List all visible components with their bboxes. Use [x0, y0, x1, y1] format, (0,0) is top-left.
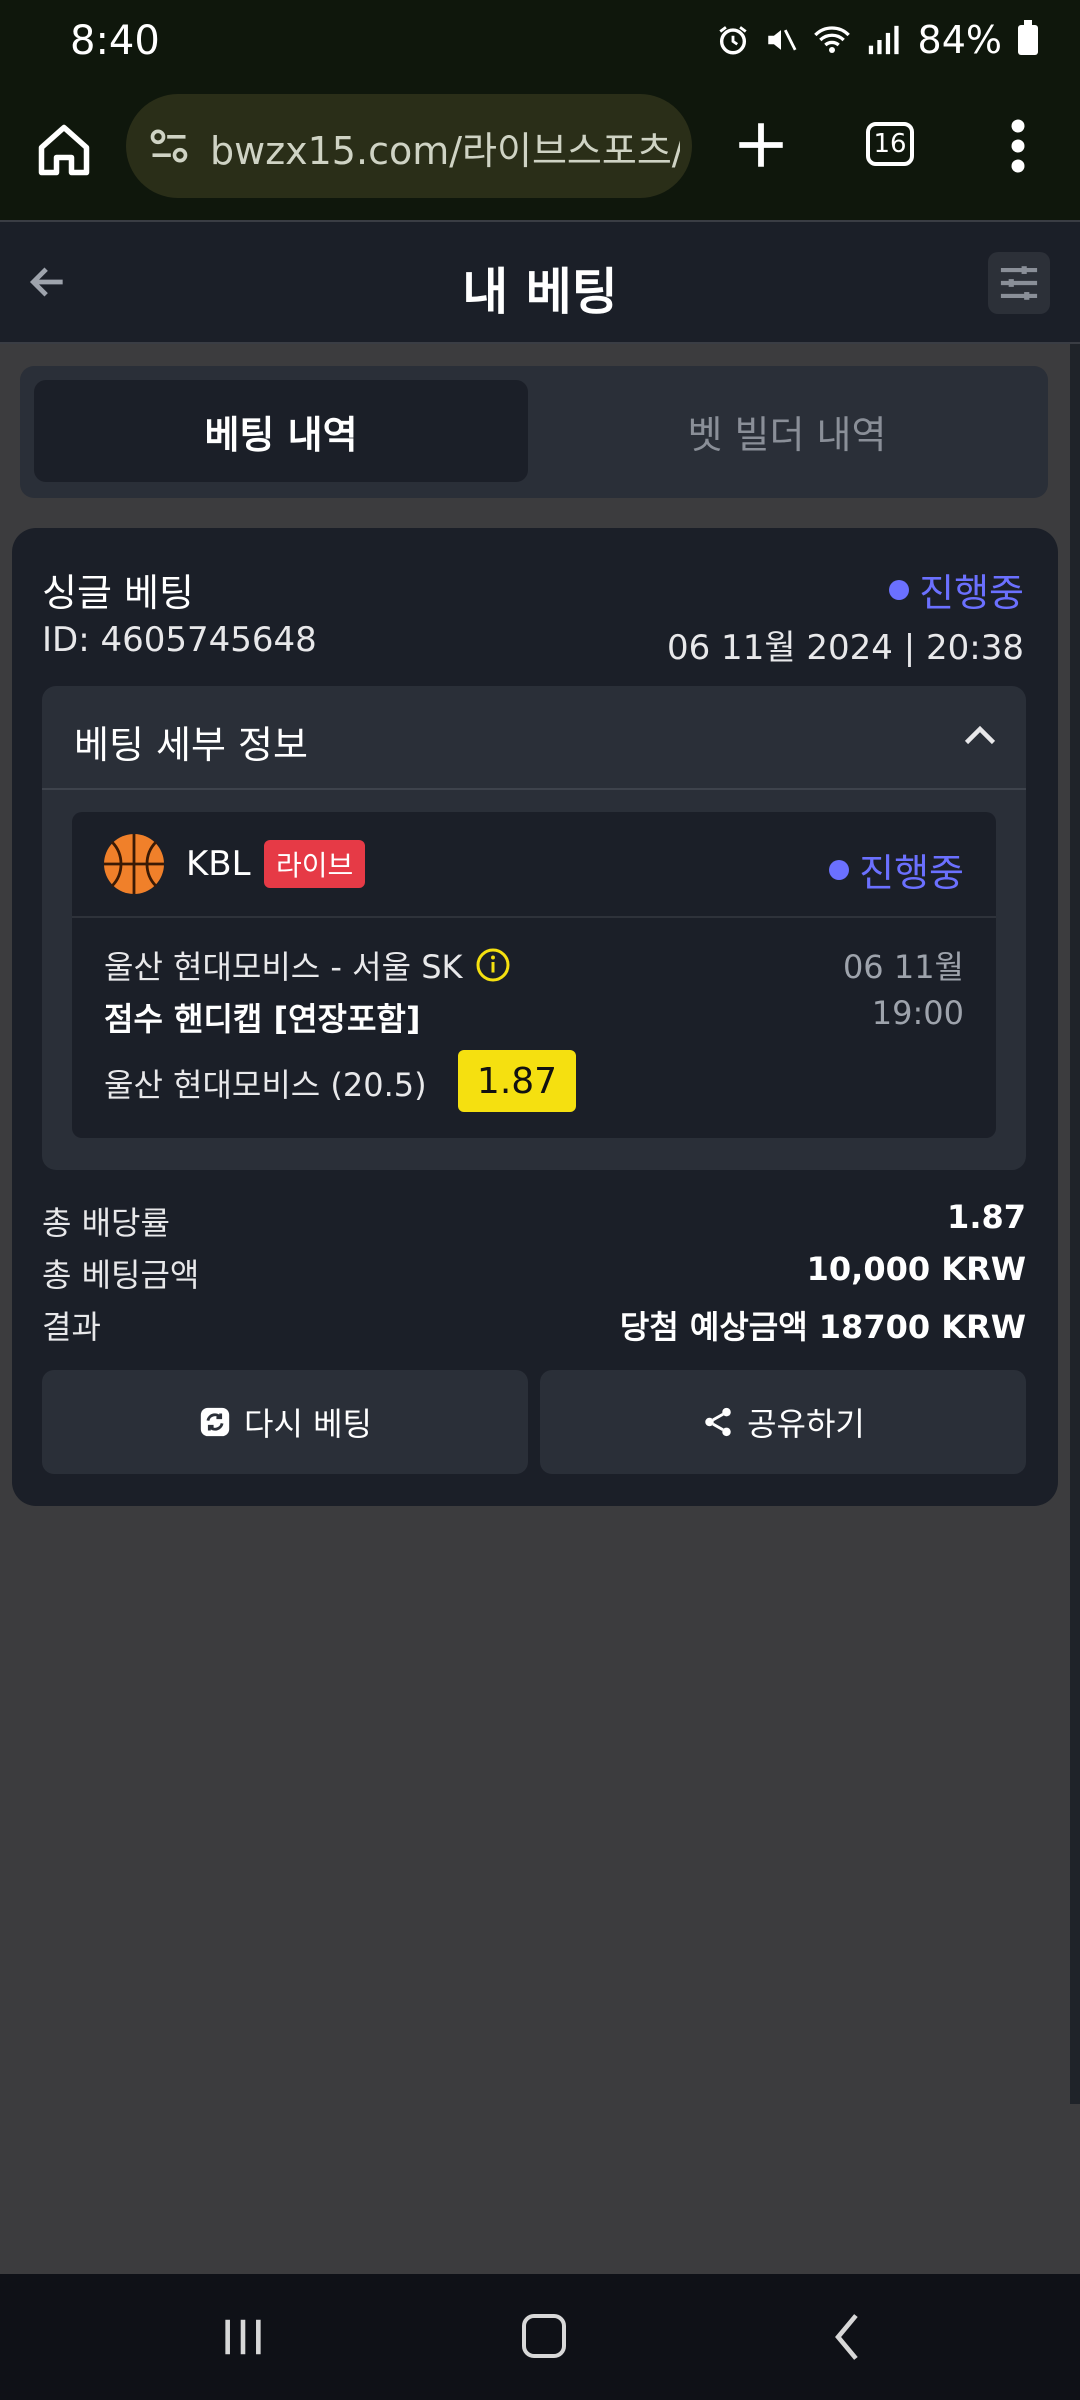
share-icon	[705, 1407, 731, 1437]
recent-apps-icon[interactable]	[220, 2314, 266, 2360]
match-time: 19:00	[871, 994, 964, 1032]
status-time: 8:40	[70, 18, 160, 64]
back-nav-icon[interactable]	[832, 2312, 862, 2362]
event-header: KBL 라이브 진행중	[72, 812, 996, 918]
battery-percent: 84%	[917, 18, 1002, 62]
site-settings-icon[interactable]	[146, 124, 192, 168]
rebet-button[interactable]: 다시 베팅	[42, 1370, 528, 1474]
wifi-icon	[813, 26, 850, 53]
bet-history-tabs: 베팅 내역 벳 빌더 내역	[20, 366, 1048, 498]
scrollbar[interactable]	[1070, 344, 1080, 2104]
battery-icon	[1018, 20, 1038, 55]
status-dot-icon	[889, 579, 910, 600]
home-nav-icon[interactable]	[522, 2314, 566, 2358]
page-title: 내 베팅	[462, 263, 618, 321]
filter-button[interactable]	[988, 252, 1050, 314]
odds-badge: 1.87	[458, 1050, 576, 1112]
total-stake-label: 총 베팅금액	[42, 1256, 200, 1294]
bet-id: ID: 4605745648	[42, 620, 317, 660]
total-odds-label: 총 배당률	[42, 1204, 170, 1242]
total-stake-value: 10,000 KRW	[806, 1250, 1026, 1288]
league-name: KBL	[186, 844, 251, 884]
signal-icon	[868, 25, 899, 55]
info-icon[interactable]	[475, 947, 511, 983]
share-label: 공유하기	[747, 1405, 865, 1443]
bet-status: 진행중	[889, 562, 1024, 617]
match-date: 06 11월	[842, 948, 964, 986]
bet-details-header[interactable]: 베팅 세부 정보	[42, 686, 1026, 790]
url-text[interactable]: bwzx15.com/라이브스포츠/ma	[210, 120, 680, 175]
bet-status-label: 진행중	[919, 571, 1024, 615]
bet-datetime: 06 11월 2024 | 20:38	[666, 628, 1024, 668]
system-nav-bar	[0, 2274, 1080, 2400]
home-icon[interactable]	[34, 120, 94, 180]
more-options-icon[interactable]	[1004, 116, 1032, 176]
status-icons: 84%	[716, 18, 1038, 62]
event-status: 진행중	[829, 842, 964, 897]
bet-type: 싱글 베팅	[42, 571, 194, 615]
basketball-icon	[104, 834, 164, 894]
event-card: KBL 라이브 진행중 울산 현대모비스 - 서울 SK 06 11월 점수 핸…	[72, 812, 996, 1138]
total-odds-value: 1.87	[947, 1198, 1026, 1236]
alarm-icon	[718, 26, 747, 55]
result-value: 당첨 예상금액 18700 KRW	[619, 1308, 1026, 1346]
event-status-label: 진행중	[859, 851, 964, 895]
browser-toolbar: bwzx15.com/라이브스포츠/ma 16	[0, 88, 1080, 220]
address-bar[interactable]: bwzx15.com/라이브스포츠/ma	[126, 94, 692, 198]
market-name: 점수 핸디캡 [연장포함]	[104, 1000, 421, 1038]
status-bar: 8:40 84%	[0, 0, 1080, 88]
rebet-label: 다시 베팅	[244, 1405, 372, 1443]
app-header: 내 베팅	[0, 220, 1080, 344]
match-teams: 울산 현대모비스 - 서울 SK	[104, 948, 463, 986]
bet-card: 싱글 베팅 진행중 ID: 4605745648 06 11월 2024 | 2…	[12, 528, 1058, 1506]
result-label: 결과	[42, 1308, 101, 1346]
selection-name: 울산 현대모비스 (20.5)	[104, 1066, 427, 1104]
mute-icon	[767, 29, 796, 51]
chevron-up-icon[interactable]	[962, 722, 998, 748]
tab-switcher-button[interactable]: 16	[866, 122, 914, 166]
bet-details-title: 베팅 세부 정보	[74, 723, 308, 767]
sliders-icon	[1000, 266, 1038, 300]
live-badge: 라이브	[264, 840, 366, 888]
status-dot-icon	[829, 859, 850, 880]
tab-bet-builder-history[interactable]: 벳 빌더 내역	[540, 380, 1034, 482]
new-tab-icon[interactable]	[732, 116, 790, 174]
bet-details-panel: 베팅 세부 정보 KBL 라이브 진행중 울산 현대모비스 - 서울 SK 06…	[42, 686, 1026, 1170]
refresh-icon	[200, 1407, 230, 1437]
share-button[interactable]: 공유하기	[540, 1370, 1026, 1474]
match-name: 울산 현대모비스 - 서울 SK	[104, 942, 511, 988]
tab-bet-history[interactable]: 베팅 내역	[34, 380, 528, 482]
